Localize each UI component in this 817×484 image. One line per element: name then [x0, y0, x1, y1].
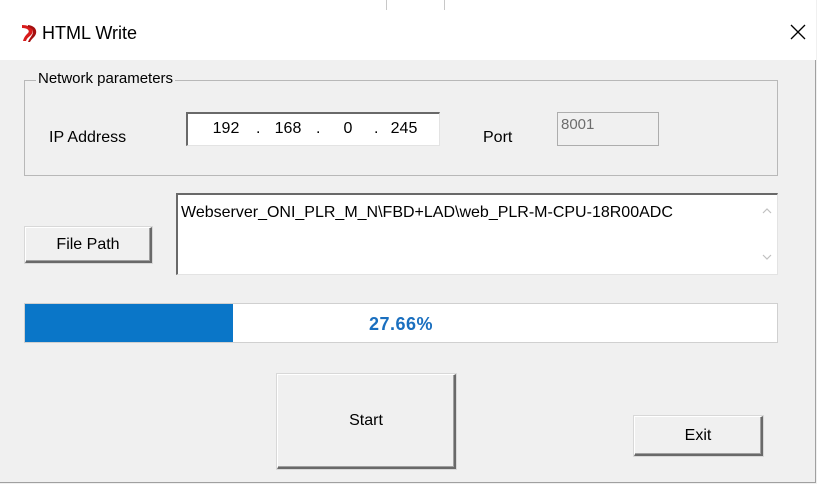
start-button[interactable]: Start — [277, 374, 456, 469]
html-write-dialog: HTML Write Network parameters IP Address… — [0, 0, 816, 483]
ip-separator: . — [256, 120, 261, 137]
scroll-up-button[interactable] — [761, 205, 773, 217]
close-button[interactable] — [780, 14, 816, 50]
chevron-up-icon — [762, 208, 772, 214]
vertical-scrollbar[interactable] — [757, 195, 777, 274]
exit-button-label: Exit — [684, 426, 712, 444]
ip-address-label: IP Address — [49, 129, 127, 146]
top-divider — [386, 0, 387, 10]
app-logo-icon — [22, 25, 37, 42]
ip-octet-2[interactable]: 168 — [268, 119, 308, 139]
ip-separator: . — [316, 120, 321, 137]
scroll-down-button[interactable] — [761, 251, 773, 263]
ip-address-input[interactable]: 192 . 168 . 0 . 245 — [186, 112, 440, 146]
file-path-textarea[interactable]: Webserver_ONI_PLR_M_N\FBD+LAD\web_PLR-M-… — [176, 193, 778, 275]
ip-octet-3[interactable]: 0 — [328, 119, 368, 139]
file-path-button-label: File Path — [56, 235, 120, 253]
window-title: HTML Write — [42, 23, 138, 43]
progress-bar: 27.66% — [24, 303, 778, 343]
group-label: Network parameters — [36, 69, 176, 89]
ip-separator: . — [374, 120, 379, 137]
port-field: 8001 — [557, 112, 659, 146]
ip-octet-4[interactable]: 245 — [384, 119, 424, 139]
ip-octet-1[interactable]: 192 — [206, 119, 246, 139]
progress-percent-label: 27.66% — [368, 314, 434, 334]
title-bar[interactable]: HTML Write — [0, 0, 816, 60]
file-path-button[interactable]: File Path — [25, 227, 152, 263]
file-path-value: Webserver_ONI_PLR_M_N\FBD+LAD\web_PLR-M-… — [181, 204, 673, 221]
close-icon — [790, 24, 806, 40]
exit-button[interactable]: Exit — [634, 416, 763, 456]
start-button-label: Start — [349, 412, 383, 429]
port-label: Port — [483, 129, 513, 146]
top-divider — [444, 0, 445, 10]
chevron-down-icon — [762, 254, 772, 260]
